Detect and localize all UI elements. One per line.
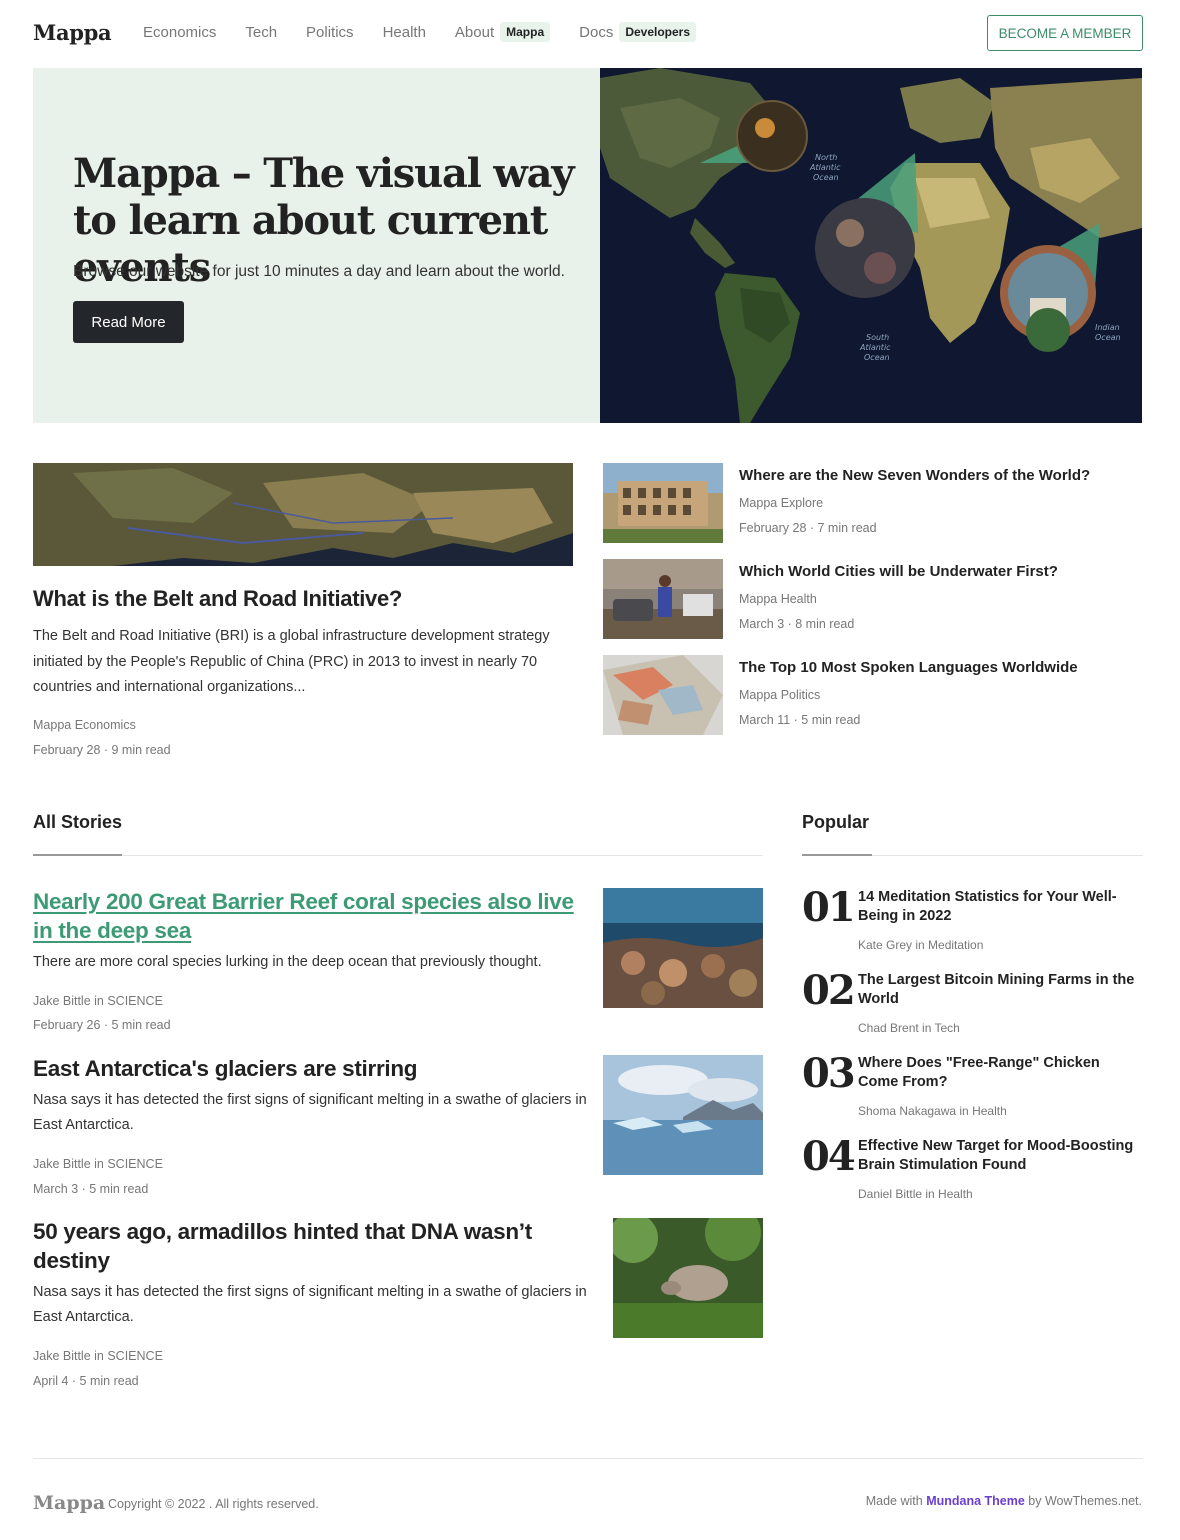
side-post-author: Mappa Politics <box>739 688 821 702</box>
side-post-card[interactable]: Which World Cities will be Underwater Fi… <box>603 559 1143 639</box>
footer-made-suffix: by WowThemes.net. <box>1028 1494 1142 1508</box>
story-image[interactable] <box>603 1055 763 1175</box>
map-label: North <box>815 153 837 162</box>
popular-rank: 03 <box>802 1050 856 1097</box>
story-excerpt: Nasa says it has detected the first sign… <box>33 1284 587 1325</box>
nav-tech[interactable]: Tech <box>245 24 277 41</box>
popular-rank: 02 <box>802 967 856 1014</box>
nav-economics[interactable]: Economics <box>143 24 216 41</box>
story-date: February 26 · 5 min read <box>33 1018 171 1032</box>
flooded-street-image <box>603 559 723 639</box>
story-image[interactable] <box>613 1218 763 1338</box>
side-post-card[interactable]: The Top 10 Most Spoken Languages Worldwi… <box>603 655 1143 735</box>
featured-excerpt: The Belt and Road Initiative (BRI) is a … <box>33 628 550 695</box>
all-stories-divider <box>33 855 763 856</box>
side-post-thumbnail[interactable] <box>603 559 723 639</box>
hero-section: Mappa – The visual way to learn about cu… <box>33 68 1142 423</box>
popular-title[interactable]: Effective New Target for Mood-Boosting B… <box>858 1137 1143 1175</box>
eurasia-map-illustration <box>33 463 573 566</box>
world-map-illustration: North Atlantic Ocean South Atlantic Ocea… <box>600 68 1142 423</box>
story-image[interactable] <box>603 888 763 1008</box>
top-navbar: Mappa Economics Tech Politics Health Abo… <box>0 0 1180 66</box>
all-stories-accent <box>33 854 122 856</box>
map-label: South <box>866 333 889 342</box>
story-excerpt: Nasa says it has detected the first sign… <box>33 1092 587 1133</box>
nav-politics[interactable]: Politics <box>306 24 354 41</box>
featured-date: February 28 · 9 min read <box>33 743 171 757</box>
side-post-author: Mappa Health <box>739 592 817 606</box>
nav-label: About <box>454 23 495 41</box>
globe-map-image <box>603 655 723 735</box>
story-date: April 4 · 5 min read <box>33 1374 139 1388</box>
footer-brand[interactable]: Mappa <box>33 1492 105 1514</box>
story-date: March 3 · 5 min read <box>33 1182 149 1196</box>
footer-copyright: Copyright © 2022 . All rights reserved. <box>108 1497 319 1511</box>
story-title[interactable]: 50 years ago, armadillos hinted that DNA… <box>33 1217 588 1275</box>
nav-label: Health <box>382 23 426 41</box>
popular-author: Daniel Bittle in Health <box>858 1187 973 1201</box>
hero-world-map-image: North Atlantic Ocean South Atlantic Ocea… <box>600 68 1142 423</box>
popular-accent <box>802 854 872 856</box>
side-post-title[interactable]: The Top 10 Most Spoken Languages Worldwi… <box>739 659 1078 676</box>
side-post-date: March 3 · 8 min read <box>739 617 855 631</box>
featured-image[interactable] <box>33 463 573 566</box>
glacier-image <box>603 1055 763 1175</box>
footer-theme-link[interactable]: Mundana Theme <box>926 1494 1025 1508</box>
popular-title[interactable]: 14 Meditation Statistics for Your Well-B… <box>858 888 1143 926</box>
popular-author: Chad Brent in Tech <box>858 1021 960 1035</box>
footer-made-prefix: Made with <box>865 1494 923 1508</box>
side-post-card[interactable]: Where are the New Seven Wonders of the W… <box>603 463 1143 543</box>
map-label: Atlantic <box>809 163 841 172</box>
featured-title[interactable]: What is the Belt and Road Initiative? <box>33 586 402 612</box>
footer-credits: Made with Mundana Theme by WowThemes.net… <box>866 1494 1142 1508</box>
brand-logo[interactable]: Mappa <box>33 20 112 45</box>
popular-title[interactable]: Where Does "Free-Range" Chicken Come Fro… <box>858 1054 1143 1092</box>
nav-about[interactable]: About Mappa <box>454 22 551 42</box>
side-post-title[interactable]: Which World Cities will be Underwater Fi… <box>739 563 1058 580</box>
story-title[interactable]: Nearly 200 Great Barrier Reef coral spec… <box>33 887 588 945</box>
popular-title[interactable]: The Largest Bitcoin Mining Farms in the … <box>858 971 1143 1009</box>
map-label: Ocean <box>813 173 839 182</box>
side-post-title[interactable]: Where are the New Seven Wonders of the W… <box>739 467 1090 484</box>
popular-rank: 01 <box>802 884 856 931</box>
armadillo-image <box>613 1218 763 1338</box>
story-title[interactable]: East Antarctica's glaciers are stirring <box>33 1054 588 1083</box>
nav-badge: Developers <box>619 22 697 42</box>
map-label: Ocean <box>1095 333 1121 342</box>
nav-badge: Mappa <box>500 22 551 42</box>
nav-label: Tech <box>245 23 278 41</box>
become-member-button[interactable]: BECOME A MEMBER <box>987 15 1143 51</box>
nav-docs[interactable]: Docs Developers <box>579 22 697 42</box>
hero-subtitle: Browse our website for just 10 minutes a… <box>73 263 565 280</box>
featured-author: Mappa Economics <box>33 718 136 732</box>
read-more-button[interactable]: Read More <box>73 301 184 343</box>
side-post-thumbnail[interactable] <box>603 655 723 735</box>
nav-health[interactable]: Health <box>383 24 426 41</box>
popular-author: Shoma Nakagawa in Health <box>858 1104 1007 1118</box>
map-label: Ocean <box>864 353 890 362</box>
all-stories-heading: All Stories <box>33 812 123 832</box>
side-post-thumbnail[interactable] <box>603 463 723 543</box>
side-post-date: March 11 · 5 min read <box>739 713 861 727</box>
popular-rank: 04 <box>802 1133 856 1180</box>
popular-heading: Popular <box>802 812 870 832</box>
popular-author: Kate Grey in Meditation <box>858 938 984 952</box>
story-excerpt: There are more coral species lurking in … <box>33 954 542 970</box>
coral-reef-image <box>603 888 763 1008</box>
colosseum-image <box>603 463 723 543</box>
side-post-author: Mappa Explore <box>739 496 824 510</box>
footer-divider <box>33 1458 1143 1459</box>
side-post-date: February 28 · 7 min read <box>739 521 877 535</box>
hero-text-panel: Mappa – The visual way to learn about cu… <box>33 68 600 423</box>
nav-label: Docs <box>579 23 614 41</box>
nav-label: Politics <box>306 23 354 41</box>
map-label: Atlantic <box>859 343 891 352</box>
story-author: Jake Bittle in SCIENCE <box>33 994 163 1008</box>
story-author: Jake Bittle in SCIENCE <box>33 1157 163 1171</box>
map-label: Indian <box>1095 323 1120 332</box>
story-author: Jake Bittle in SCIENCE <box>33 1349 163 1363</box>
nav-label: Economics <box>143 23 217 41</box>
nav-links: Economics Tech Politics Health About Mapp… <box>143 22 725 42</box>
